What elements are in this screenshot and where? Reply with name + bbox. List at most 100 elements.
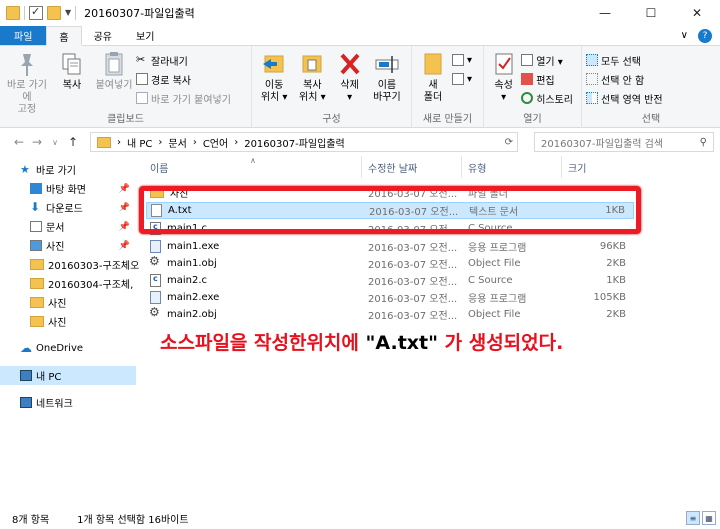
file-name: main1.exe xyxy=(167,241,220,252)
file-name: main2.obj xyxy=(167,309,217,320)
select-group: 모두 선택 선택 안 함 선택 영역 반전 선택 xyxy=(582,46,720,128)
chevron-down-icon[interactable]: ∨ xyxy=(681,30,688,41)
nav-this-pc[interactable]: 내 PC xyxy=(0,366,136,385)
nav-quick-access[interactable]: ★ 바로 가기 xyxy=(0,160,136,179)
nav-item-folder-4[interactable]: 사진 xyxy=(0,312,136,331)
copy-path-button[interactable]: 경로 복사 xyxy=(136,71,231,87)
nav-network[interactable]: 네트워크 xyxy=(0,393,136,412)
tab-file[interactable]: 파일 xyxy=(0,26,47,45)
file-type: 응용 프로그램 xyxy=(468,243,527,254)
select-all-label: 모두 선택 xyxy=(601,56,641,68)
ribbon-tabs: 파일 홈 공유 보기 ∨ ? xyxy=(0,26,720,46)
refresh-icon[interactable]: ⟳ xyxy=(505,137,513,148)
nav-onedrive[interactable]: ☁ OneDrive xyxy=(0,339,136,358)
nav-item-documents[interactable]: 문서 📌 xyxy=(0,217,136,236)
item-count: 8개 항목 xyxy=(12,515,50,526)
help-icon[interactable]: ? xyxy=(698,28,712,43)
table-row[interactable]: main2.obj 2016-03-07 오전... Object File 2… xyxy=(146,305,634,323)
new-folder-label: 새 폴더 xyxy=(423,80,443,103)
file-name: main2.c xyxy=(167,275,208,286)
pin-icon: 📌 xyxy=(118,221,130,232)
search-input[interactable]: 20160307-파일입출력 검색 ⚲ xyxy=(534,132,714,152)
copy-path-label: 경로 복사 xyxy=(151,75,191,87)
copy-path-icon xyxy=(136,73,148,85)
large-icons-view-icon[interactable]: ▦ xyxy=(702,511,716,525)
table-row[interactable]: main1.exe 2016-03-07 오전... 응용 프로그램 96KB xyxy=(146,238,634,255)
nav-item-pictures[interactable]: 사진 📌 xyxy=(0,236,136,255)
delete-label: 삭제 ▾ xyxy=(340,80,359,103)
edit-icon xyxy=(521,73,534,85)
new-item-button[interactable]: ▾ xyxy=(452,52,472,68)
open-button[interactable]: 열기 ▾ xyxy=(521,52,573,68)
details-view-icon[interactable]: ≡ xyxy=(686,511,700,525)
table-row[interactable]: main1.obj 2016-03-07 오전... Object File 2… xyxy=(146,254,634,272)
exe-icon xyxy=(150,240,161,253)
breadcrumb-c-lang[interactable]: C언어 xyxy=(203,135,228,150)
paste-shortcut-button[interactable]: 바로 가기 붙여넣기 xyxy=(136,90,231,106)
delete-icon xyxy=(337,50,363,78)
up-button[interactable]: ↑ xyxy=(64,135,82,149)
history-icon xyxy=(521,92,534,104)
recent-locations-button[interactable]: ∨ xyxy=(46,138,64,147)
nav-item-downloads[interactable]: ⬇ 다운로드 📌 xyxy=(0,198,136,217)
invert-selection-button[interactable]: 선택 영역 반전 xyxy=(586,90,663,106)
table-row[interactable]: main2.c 2016-03-07 오전... C Source 1KB xyxy=(146,272,634,289)
new-folder-icon xyxy=(420,50,446,78)
nav-label: 사진 xyxy=(46,242,65,253)
cut-button[interactable]: ✂ 잘라내기 xyxy=(136,52,231,68)
window-controls: — ☐ ✕ xyxy=(582,0,720,26)
edit-button[interactable]: 편집 xyxy=(521,71,573,87)
file-date: 2016-03-07 오전... xyxy=(368,260,458,271)
back-button[interactable]: ← xyxy=(10,135,28,149)
column-size-header[interactable]: 크기 xyxy=(562,156,634,178)
folder-icon xyxy=(30,259,44,270)
documents-icon xyxy=(30,221,42,232)
breadcrumb-this-pc[interactable]: 내 PC xyxy=(127,135,152,150)
breadcrumb-sep: › xyxy=(234,136,239,148)
maximize-button[interactable]: ☐ xyxy=(628,0,674,26)
nav-label: 내 PC xyxy=(36,372,62,383)
tab-view[interactable]: 보기 xyxy=(124,26,166,45)
select-all-button[interactable]: 모두 선택 xyxy=(586,52,663,68)
address-field[interactable]: › 내 PC › 문서 › C언어 › 20160307-파일입출력 ⟳ xyxy=(90,132,518,152)
folder-icon xyxy=(30,278,44,289)
column-name-header[interactable]: 이름 xyxy=(144,156,362,178)
cut-label: 잘라내기 xyxy=(151,56,188,68)
breadcrumb-documents[interactable]: 문서 xyxy=(168,135,186,150)
easy-access-button[interactable]: ▾ xyxy=(452,71,472,87)
pin-icon xyxy=(14,50,40,78)
file-date: 2016-03-07 오전... xyxy=(368,277,458,288)
tab-share[interactable]: 공유 xyxy=(82,26,124,45)
nav-item-folder-3[interactable]: 사진 xyxy=(0,293,136,312)
nav-item-desktop[interactable]: 바탕 화면 📌 xyxy=(0,179,136,198)
breadcrumb-sep: › xyxy=(158,136,163,148)
c-source-icon xyxy=(150,274,161,287)
select-all-icon xyxy=(586,54,598,66)
breadcrumb-current[interactable]: 20160307-파일입출력 xyxy=(244,135,345,150)
properties-icon[interactable] xyxy=(29,5,43,20)
customize-qat-icon[interactable]: ▼ xyxy=(65,8,71,17)
minimize-button[interactable]: — xyxy=(582,0,628,26)
table-row[interactable]: main2.exe 2016-03-07 오전... 응용 프로그램 105KB xyxy=(146,289,634,306)
file-date: 2016-03-07 오전... xyxy=(368,311,458,322)
select-none-button[interactable]: 선택 안 함 xyxy=(586,71,663,87)
nav-label: 20160304-구조체, xyxy=(48,280,134,291)
close-button[interactable]: ✕ xyxy=(674,0,720,26)
rename-label: 이름 바꾸기 xyxy=(373,80,401,103)
column-date-header[interactable]: 수정한 날짜 xyxy=(362,156,462,178)
divider xyxy=(24,5,25,20)
address-bar-row: ← → ∨ ↑ › 내 PC › 문서 › C언어 › 20160307-파일입… xyxy=(0,128,720,156)
tab-home[interactable]: 홈 xyxy=(46,26,82,46)
column-type-header[interactable]: 유형 xyxy=(462,156,562,178)
nav-item-folder-2[interactable]: 20160304-구조체, xyxy=(0,274,136,293)
history-button[interactable]: 히스토리 xyxy=(521,90,573,106)
new-folder-icon[interactable] xyxy=(47,5,61,20)
file-type: Object File xyxy=(468,258,521,269)
open-icon xyxy=(521,54,534,66)
star-icon: ★ xyxy=(20,163,30,176)
copy-to-icon xyxy=(299,50,325,78)
forward-button[interactable]: → xyxy=(28,135,46,149)
file-name: main1.obj xyxy=(167,258,217,269)
nav-item-folder-1[interactable]: 20160303-구조체오 xyxy=(0,255,139,274)
